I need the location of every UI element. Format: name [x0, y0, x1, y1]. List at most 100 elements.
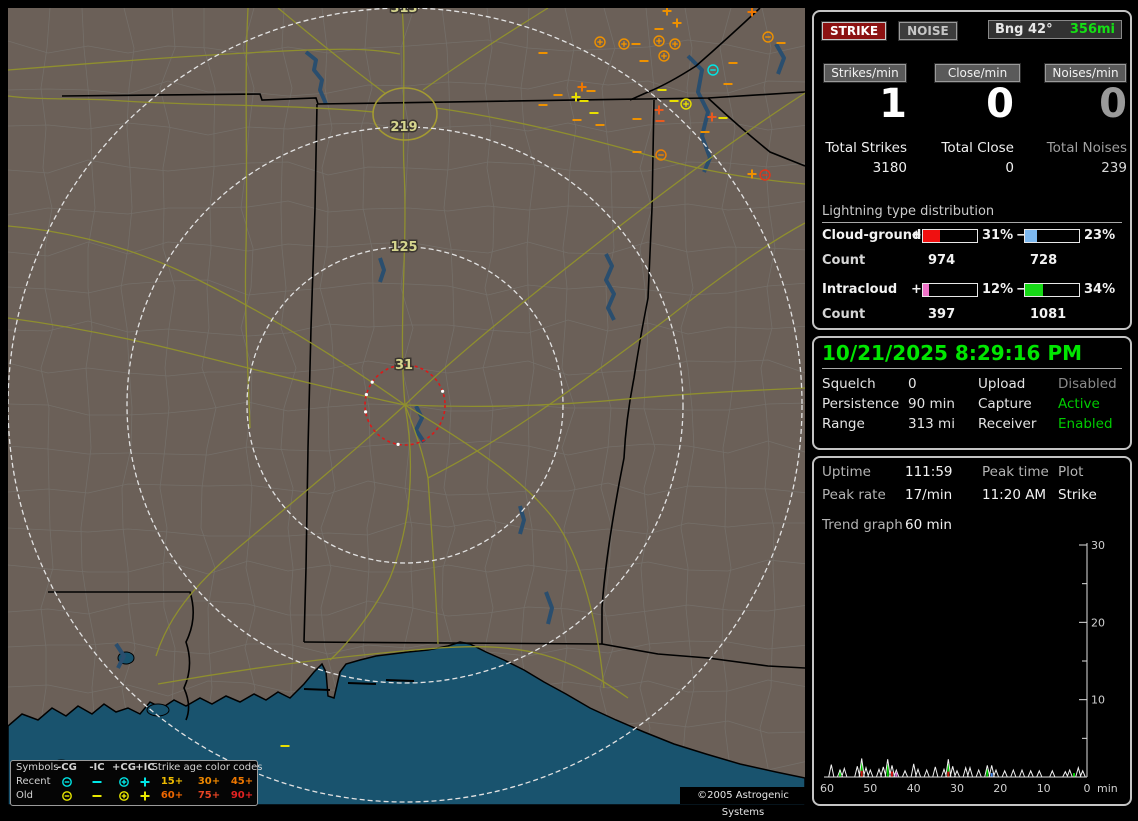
total-close-value: 0: [924, 160, 1014, 176]
age-60: 60+: [161, 790, 183, 801]
svg-text:50: 50: [863, 782, 877, 795]
recent-cg-pos-icon: [117, 776, 131, 788]
legend-age-title: Strike age color codes: [152, 762, 263, 773]
persistence-value: 90 min: [908, 396, 955, 412]
cloud-ground-row: Cloud-ground + 31% − 23%: [814, 228, 1130, 244]
age-90: 90+: [231, 790, 253, 801]
cg-pos-bar: [922, 229, 978, 243]
cg-neg-count: 728: [1030, 253, 1057, 268]
recent-cg-neg-icon: [60, 776, 74, 788]
total-strikes-value: 3180: [822, 160, 907, 176]
cg-neg-bar: [1024, 229, 1080, 243]
legend-row-recent: Recent: [16, 776, 51, 787]
noises-rate: 0: [1039, 84, 1127, 124]
strikes-per-min-button[interactable]: Strikes/min: [824, 64, 906, 82]
svg-text:60: 60: [820, 782, 834, 795]
svg-text:30: 30: [1091, 539, 1105, 552]
recent-ic-neg-icon: [90, 776, 104, 788]
capture-label: Capture: [978, 396, 1032, 412]
cg-neg-pct: 23%: [1084, 228, 1115, 243]
cg-pos-sign: +: [911, 228, 922, 243]
cloud-ground-label: Cloud-ground: [822, 228, 921, 243]
age-45: 45+: [231, 776, 253, 787]
distance-value: 356mi: [1070, 22, 1115, 37]
peak-time-value: 11:20 AM: [982, 487, 1046, 503]
legend-col-pos-cg: +CG: [112, 762, 136, 773]
svg-text:313: 313: [390, 8, 417, 16]
cg-pos-pct: 31%: [982, 228, 1013, 243]
ic-count-label: Count: [822, 307, 865, 322]
close-rate: 0: [924, 84, 1014, 124]
total-noises-value: 239: [1039, 160, 1127, 176]
old-cg-pos-icon: [117, 790, 131, 802]
peak-rate-value: 17/min: [905, 487, 952, 503]
legend-col-neg-ic: -IC: [89, 762, 104, 773]
range-value: 313 mi: [908, 416, 955, 432]
cg-pos-count: 974: [928, 253, 955, 268]
svg-text:min: min: [1097, 782, 1118, 795]
uptime-value: 111:59: [905, 464, 953, 480]
cg-count-label: Count: [822, 253, 865, 268]
svg-text:20: 20: [1091, 616, 1105, 629]
trend-chart: 3020106050403020100min: [814, 538, 1130, 800]
datetime-divider: [822, 368, 1122, 369]
recent-ic-pos-icon: [138, 776, 152, 788]
age-30: 30+: [198, 776, 220, 787]
age-15: 15+: [161, 776, 183, 787]
cloud-ground-count-row: Count 974 728: [814, 253, 1130, 269]
map-legend: Symbols -CG -IC +CG +IC Strike age color…: [10, 760, 258, 806]
svg-text:40: 40: [907, 782, 921, 795]
svg-text:10: 10: [1037, 782, 1051, 795]
peak-time-header: Peak time: [982, 464, 1049, 480]
datetime-display: 10/21/2025 8:29:16 PM: [822, 341, 1082, 365]
legend-col-neg-cg: -CG: [57, 762, 77, 773]
uptime-label: Uptime: [822, 464, 871, 480]
squelch-value: 0: [908, 376, 917, 392]
svg-text:219: 219: [390, 120, 417, 135]
counters-panel: STRIKE NOISE Bng 42° 356mi Strikes/min C…: [812, 10, 1132, 330]
old-ic-pos-icon: [138, 790, 152, 802]
legend-row-old: Old: [16, 790, 33, 801]
trend-graph-label: Trend graph: [822, 517, 903, 533]
trend-panel: Uptime 111:59 Peak time Plot Peak rate 1…: [812, 456, 1132, 806]
peak-rate-label: Peak rate: [822, 487, 886, 503]
ic-pos-pct: 12%: [982, 282, 1013, 297]
svg-text:30: 30: [950, 782, 964, 795]
plot-header: Plot: [1058, 464, 1083, 480]
intracloud-count-row: Count 397 1081: [814, 307, 1130, 323]
copyright-label: ©2005 Astrogenic Systems: [680, 787, 806, 804]
lightning-map[interactable]: 31125219313: [8, 8, 805, 805]
legend-symbols-title: Symbols: [16, 762, 58, 773]
svg-text:10: 10: [1091, 694, 1105, 707]
ic-pos-sign: +: [911, 282, 922, 297]
ic-neg-pct: 34%: [1084, 282, 1115, 297]
capture-status: Active: [1058, 396, 1100, 412]
receiver-status: Enabled: [1058, 416, 1113, 432]
ic-neg-count: 1081: [1030, 307, 1066, 322]
total-close-label: Total Close: [924, 140, 1014, 156]
ic-pos-count: 397: [928, 307, 955, 322]
age-75: 75+: [198, 790, 220, 801]
intracloud-label: Intracloud: [822, 282, 897, 297]
intracloud-row: Intracloud + 12% − 34%: [814, 282, 1130, 298]
trend-window-value: 60 min: [905, 517, 952, 533]
ic-neg-bar: [1024, 283, 1080, 297]
distribution-title: Lightning type distribution: [822, 204, 1122, 223]
total-noises-label: Total Noises: [1039, 140, 1127, 156]
old-ic-neg-icon: [90, 790, 104, 802]
close-per-min-button[interactable]: Close/min: [935, 64, 1020, 82]
plot-mode-value: Strike: [1058, 487, 1097, 503]
bearing-display: Bng 42° 356mi: [988, 20, 1122, 39]
status-panel: 10/21/2025 8:29:16 PM Squelch 0 Upload D…: [812, 336, 1132, 450]
map-canvas: 31125219313: [8, 8, 805, 805]
receiver-label: Receiver: [978, 416, 1036, 432]
old-cg-neg-icon: [60, 790, 74, 802]
bearing-value: Bng 42°: [995, 22, 1053, 37]
svg-text:31: 31: [395, 358, 413, 373]
total-strikes-label: Total Strikes: [822, 140, 907, 156]
strike-button[interactable]: STRIKE: [822, 22, 886, 40]
noise-button[interactable]: NOISE: [899, 22, 957, 40]
noises-per-min-button[interactable]: Noises/min: [1045, 64, 1126, 82]
ic-pos-bar: [922, 283, 978, 297]
range-label: Range: [822, 416, 865, 432]
